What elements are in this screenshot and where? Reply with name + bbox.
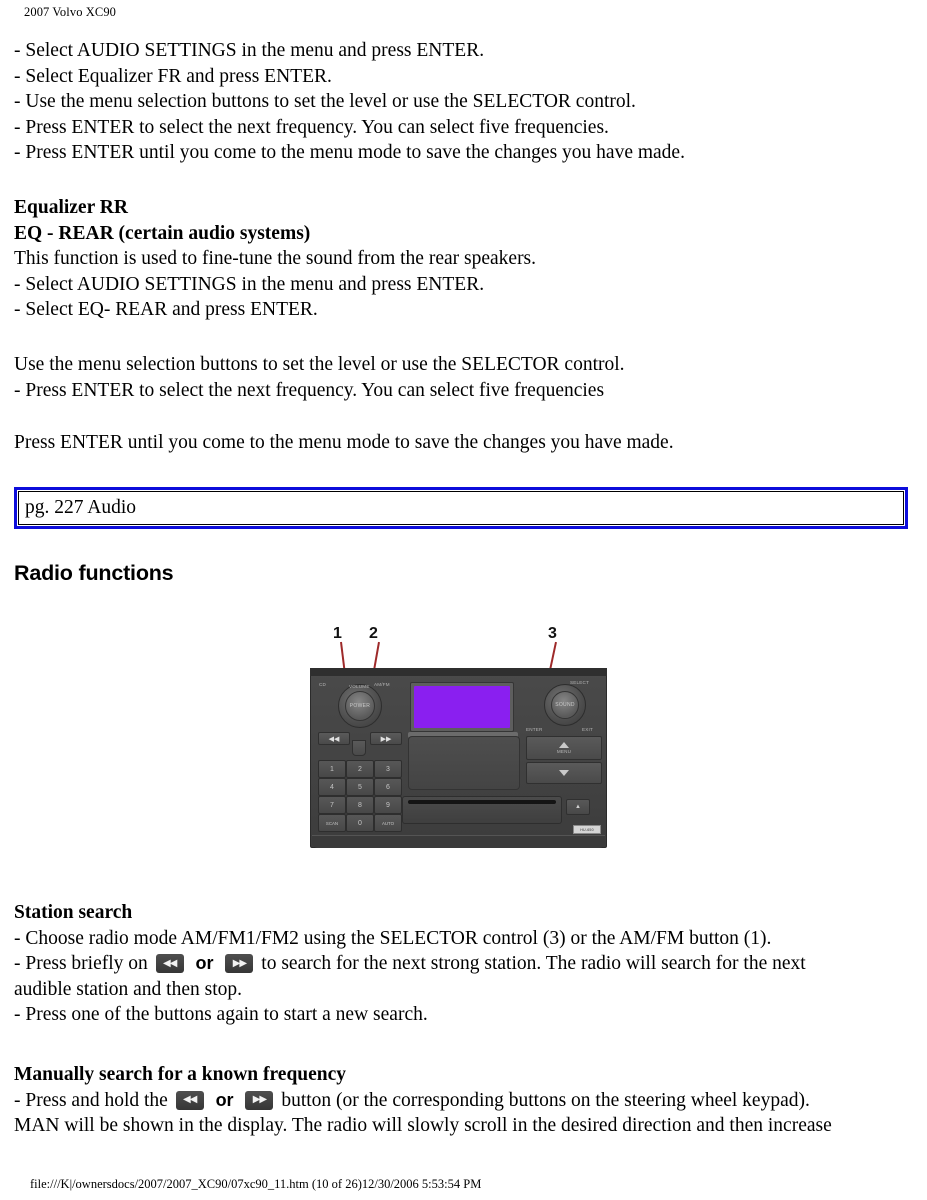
callout-number-1: 1: [333, 625, 342, 642]
intro-step-line: - Use the menu selection buttons to set …: [14, 91, 636, 113]
inline-seek-back-button[interactable]: ◀◀: [155, 954, 184, 974]
preset-key-2[interactable]: 2: [346, 760, 374, 778]
radio-top-strip: [310, 668, 607, 676]
preset-key-6[interactable]: 6: [374, 778, 402, 796]
equalizer-rr-block-2: Use the menu selection buttons to set th…: [14, 352, 913, 403]
amfm-label: AM/FM: [374, 682, 390, 687]
intro-step-line: - Press ENTER to select the next frequen…: [14, 116, 609, 138]
equalizer-rr-closing-block: Press ENTER until you come to the menu m…: [14, 430, 913, 456]
chevron-up-icon: [559, 742, 569, 748]
inline-seek-forward-button[interactable]: ▶▶: [245, 1090, 274, 1110]
enter-label: ENTER: [526, 727, 543, 732]
intro-step-line: - Select Equalizer FR and press ENTER.: [14, 65, 332, 87]
manual-search-line-1-text-b: button (or the corresponding buttons on …: [281, 1089, 810, 1111]
manual-search-or-label: or: [215, 1089, 234, 1110]
station-search-or-label: or: [195, 953, 214, 974]
menu-label: MENU: [556, 749, 572, 754]
manual-search-line-2: MAN will be shown in the display. The ra…: [14, 1115, 832, 1137]
radio-head-unit: CD AM/FM POWER VOLUME ◀◀ ▶▶ 1 2 3 4 5 6 …: [310, 668, 607, 848]
seek-back-button[interactable]: ◀◀: [318, 732, 350, 745]
cd-slot-opening: [408, 800, 556, 804]
preset-key-5[interactable]: 5: [346, 778, 374, 796]
radio-unit-figure: 1 2 3 CD AM/FM POWER VOLUME ◀◀ ▶▶ 1 2 3 …: [300, 620, 620, 860]
eject-icon: ▲: [575, 804, 581, 810]
seek-back-icon: ◀◀: [328, 734, 340, 743]
preset-key-3[interactable]: 3: [374, 760, 402, 778]
station-search-line-1: - Choose radio mode AM/FM1/FM2 using the…: [14, 927, 772, 949]
manual-search-heading: Manually search for a known frequency: [14, 1064, 347, 1085]
preset-key-4[interactable]: 4: [318, 778, 346, 796]
equalizer-rr-line: - Select EQ- REAR and press ENTER.: [14, 299, 318, 321]
radio-bottom-bevel: [312, 835, 605, 848]
power-volume-knob-inner: POWER: [345, 691, 375, 721]
equalizer-rr-heading: Equalizer RR: [14, 197, 128, 218]
menu-down-button[interactable]: [526, 762, 602, 784]
callout-number-2: 2: [369, 625, 378, 642]
select-label: SELECT: [570, 680, 590, 685]
sound-selector-knob[interactable]: SOUND: [544, 684, 586, 726]
radio-left-panel: CD AM/FM POWER VOLUME ◀◀ ▶▶ 1 2 3 4 5 6 …: [316, 678, 402, 836]
radio-display-screen: [414, 686, 510, 728]
cd-label: CD: [319, 682, 327, 687]
equalizer-rr-closing-line: Press ENTER until you come to the menu m…: [14, 432, 674, 453]
volume-label: VOLUME: [349, 684, 370, 689]
center-blank-panel: [408, 736, 520, 790]
inline-seek-back-button[interactable]: ◀◀: [175, 1090, 204, 1110]
cd-slot[interactable]: [402, 796, 562, 824]
station-search-line-2-text-b: to search for the next strong station. T…: [261, 953, 806, 975]
page-reference-label: pg. 227 Audio: [25, 497, 137, 518]
equalizer-rr-line: - Press ENTER to select the next frequen…: [14, 379, 605, 401]
seek-forward-icon: ▶▶: [252, 1094, 267, 1106]
equalizer-rr-line: This function is used to fine-tune the s…: [14, 248, 537, 270]
seek-back-icon: ◀◀: [182, 1094, 197, 1106]
document-footer-path: file:///K|/ownersdocs/2007/2007_XC90/07x…: [30, 1177, 482, 1191]
station-search-line-2: - Press briefly on ◀◀ or ▶▶ to search fo…: [14, 951, 913, 977]
manual-search-line-1-text-a: - Press and hold the: [14, 1089, 168, 1111]
scan-key[interactable]: SCAN: [318, 814, 346, 832]
sound-label: SOUND: [555, 702, 575, 708]
station-search-line-4: - Press one of the buttons again to star…: [14, 1004, 428, 1026]
intro-step-line: - Select AUDIO SETTINGS in the menu and …: [14, 40, 485, 61]
manual-search-line-1: - Press and hold the ◀◀ or ▶▶ button (or…: [14, 1088, 913, 1114]
station-search-block: Station search - Choose radio mode AM/FM…: [14, 900, 913, 1028]
brand-plate: HU-650: [573, 825, 601, 834]
intro-step-line: - Press ENTER until you come to the menu…: [14, 142, 685, 164]
exit-label: EXIT: [582, 727, 594, 732]
sound-selector-knob-inner: SOUND: [551, 691, 579, 719]
auto-key[interactable]: AUTO: [374, 814, 402, 832]
preset-key-7[interactable]: 7: [318, 796, 346, 814]
document-page: 2007 Volvo XC90 - Select AUDIO SETTINGS …: [0, 0, 927, 1200]
seek-forward-icon: ▶▶: [380, 734, 392, 743]
power-volume-knob[interactable]: POWER VOLUME: [338, 684, 382, 728]
equalizer-rr-block: Equalizer RR EQ - REAR (certain audio sy…: [14, 195, 913, 323]
station-search-line-2-text-a: - Press briefly on: [14, 953, 148, 975]
seek-back-icon: ◀◀: [162, 957, 177, 969]
preset-key-0[interactable]: 0: [346, 814, 374, 832]
equalizer-rr-line: - Select AUDIO SETTINGS in the menu and …: [14, 273, 485, 295]
center-tab-button[interactable]: [352, 740, 366, 756]
inline-seek-forward-button[interactable]: ▶▶: [225, 954, 254, 974]
menu-up-button[interactable]: MENU: [526, 736, 602, 760]
preset-key-9[interactable]: 9: [374, 796, 402, 814]
chevron-down-icon: [559, 770, 569, 776]
document-header-title: 2007 Volvo XC90: [24, 5, 117, 19]
manual-search-block: Manually search for a known frequency - …: [14, 1062, 913, 1139]
intro-steps-block: - Select AUDIO SETTINGS in the menu and …: [14, 38, 913, 166]
station-search-heading: Station search: [14, 902, 133, 923]
eject-button[interactable]: ▲: [566, 799, 590, 815]
preset-key-8[interactable]: 8: [346, 796, 374, 814]
page-reference-box-inner: pg. 227 Audio: [18, 491, 904, 525]
preset-key-1[interactable]: 1: [318, 760, 346, 778]
equalizer-rr-subheading: EQ - REAR (certain audio systems): [14, 222, 311, 244]
radio-functions-heading: Radio functions: [14, 561, 174, 585]
radio-right-panel: SELECT SOUND ENTER EXIT MENU: [524, 678, 602, 798]
station-search-line-3: audible station and then stop.: [14, 978, 243, 1000]
radio-display-frame: [410, 682, 514, 732]
seek-forward-icon: ▶▶: [232, 957, 247, 969]
power-label: POWER: [349, 703, 371, 709]
callout-number-3: 3: [548, 625, 557, 642]
equalizer-rr-line: Use the menu selection buttons to set th…: [14, 354, 625, 375]
seek-forward-button[interactable]: ▶▶: [370, 732, 402, 745]
page-reference-box[interactable]: pg. 227 Audio: [14, 487, 908, 529]
